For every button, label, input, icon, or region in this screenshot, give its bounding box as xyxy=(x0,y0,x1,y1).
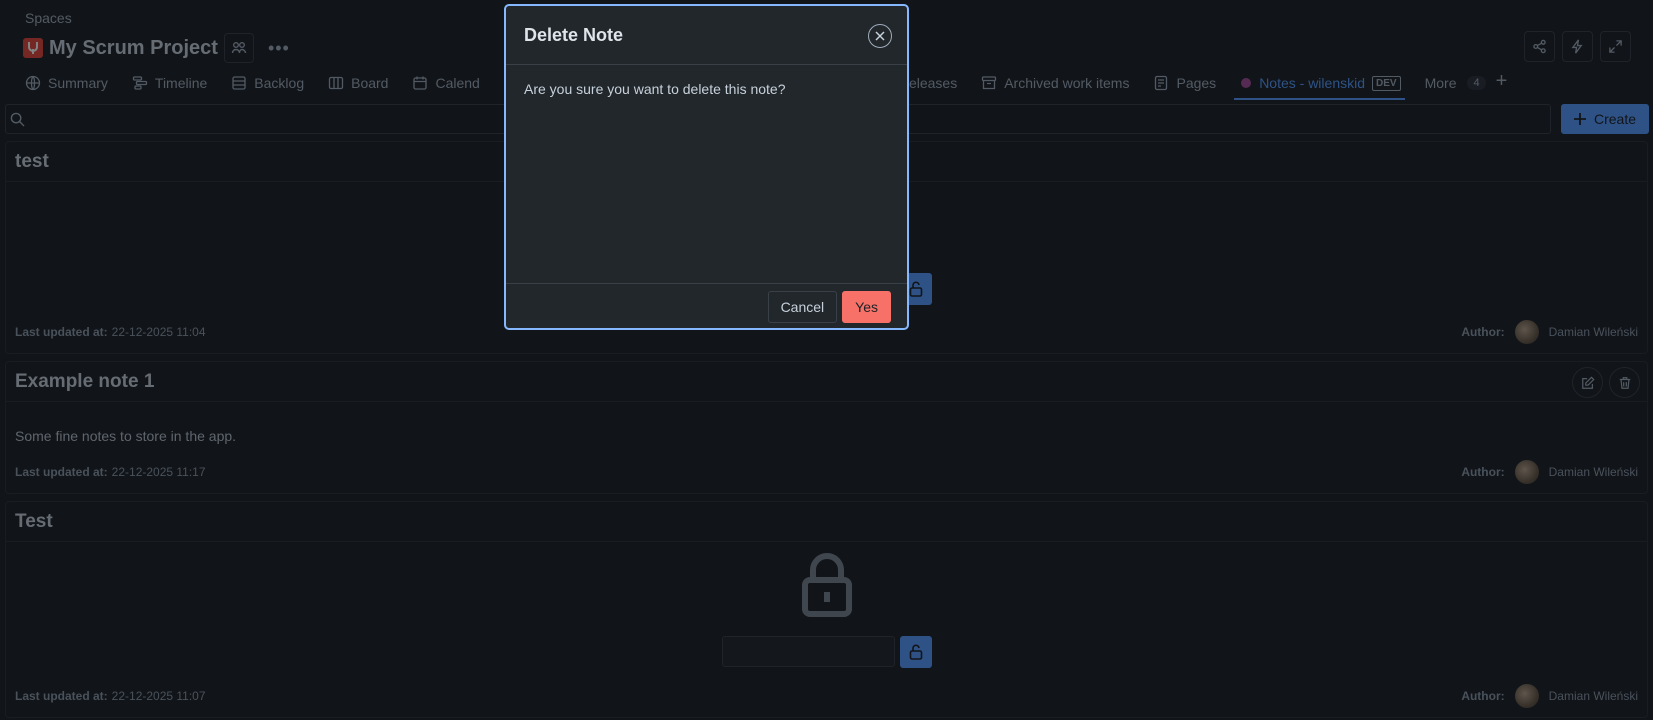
dialog-message: Are you sure you want to delete this not… xyxy=(506,65,907,284)
cancel-button[interactable]: Cancel xyxy=(767,291,838,323)
dialog-footer: Cancel Yes xyxy=(506,284,907,330)
confirm-delete-button[interactable]: Yes xyxy=(842,291,891,323)
app-root: Spaces My Scrum Project ••• Summary Time… xyxy=(0,0,1653,720)
dialog-header: Delete Note xyxy=(506,6,907,65)
delete-note-dialog: Delete Note Are you sure you want to del… xyxy=(504,4,909,330)
dialog-title: Delete Note xyxy=(524,24,624,45)
close-dialog-button[interactable] xyxy=(868,24,892,48)
close-icon xyxy=(875,31,885,41)
